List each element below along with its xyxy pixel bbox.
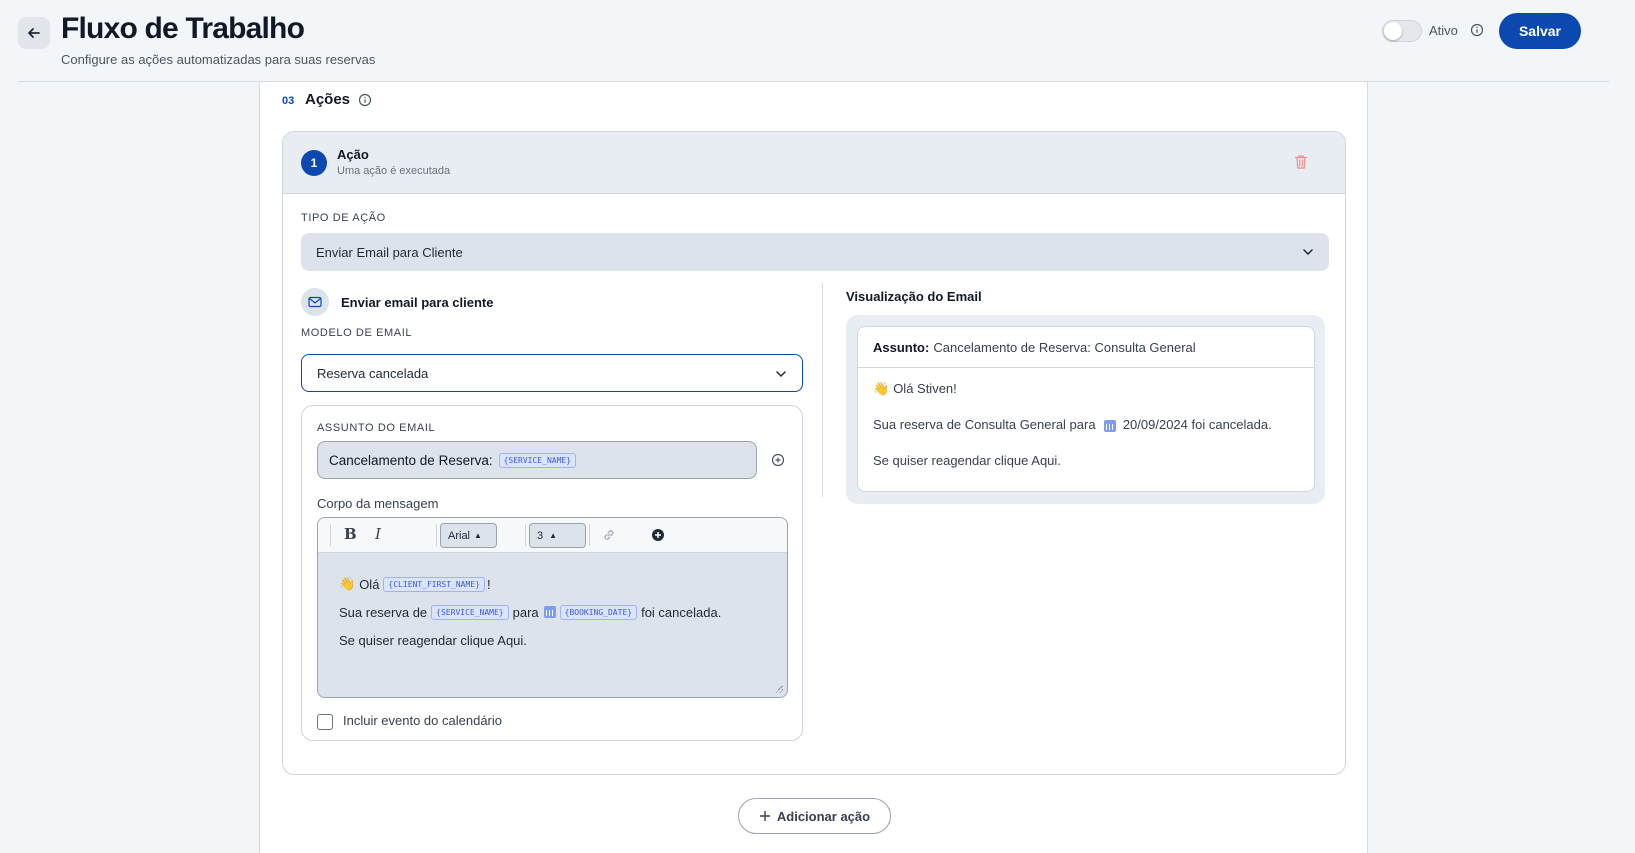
toggle-knob: [1384, 22, 1402, 40]
email-preview-card: Assunto: Cancelamento de Reserva: Consul…: [857, 326, 1315, 492]
action-number-badge: 1: [301, 150, 327, 176]
page-subtitle: Configure as ações automatizadas para su…: [61, 52, 376, 67]
preview-line: Sua reserva de Consulta General para 20/…: [873, 417, 1272, 432]
resize-handle[interactable]: [775, 685, 783, 693]
email-preview-title: Visualização do Email: [846, 289, 982, 304]
variable-tag[interactable]: {SERVICE_NAME}: [431, 604, 509, 620]
font-size-value: 3: [537, 529, 544, 542]
preview-subject-key: Assunto:: [873, 339, 930, 355]
action-title: Ação: [337, 147, 369, 162]
email-template-value: Reserva cancelada: [317, 365, 429, 381]
italic-button[interactable]: I: [375, 525, 381, 543]
variable-tag[interactable]: {CLIENT_FIRST_NAME}: [383, 576, 485, 592]
action-type-label: TIPO DE AÇÃO: [301, 212, 386, 224]
add-variable-icon[interactable]: [651, 528, 665, 542]
email-preview-panel: Assunto: Cancelamento de Reserva: Consul…: [846, 315, 1325, 504]
body-text: !: [486, 576, 491, 592]
preview-line: 👋 Olá Stiven!: [873, 381, 957, 397]
editor-content[interactable]: 👋 Olá {CLIENT_FIRST_NAME} ! Sua reserva …: [339, 574, 721, 658]
info-icon[interactable]: [1470, 23, 1484, 37]
preview-subject: Assunto: Cancelamento de Reserva: Consul…: [858, 327, 1314, 368]
email-editor-box: ASSUNTO DO EMAIL Cancelamento de Reserva…: [301, 405, 803, 741]
bold-button[interactable]: B: [344, 525, 357, 543]
action-subtitle: Uma ação é executada: [337, 165, 451, 177]
toolbar-divider: [589, 524, 590, 546]
add-action-label: Adicionar ação: [776, 808, 871, 824]
toolbar-divider: [436, 524, 437, 546]
calendar-emoji-icon: [543, 606, 556, 618]
link-icon[interactable]: [602, 528, 616, 542]
font-family-select[interactable]: Arial ▲︎: [440, 523, 497, 548]
variable-tag[interactable]: {SERVICE_NAME}: [498, 452, 577, 468]
toolbar-divider: [330, 524, 331, 546]
calendar-emoji-icon: [1104, 419, 1117, 432]
preview-subject-value: Cancelamento de Reserva: Consulta Genera…: [933, 339, 1196, 355]
active-toggle-label: Ativo: [1429, 23, 1458, 38]
action-header[interactable]: 1 Ação Uma ação é executada: [283, 132, 1345, 194]
calendar-event-checkbox[interactable]: [317, 714, 333, 730]
chevron-down-icon: [776, 371, 786, 378]
section-title: Ações: [305, 91, 351, 108]
email-template-select[interactable]: Reserva cancelada: [301, 354, 803, 392]
body-text: para: [512, 604, 539, 620]
calendar-event-label: Incluir evento do calendário: [343, 713, 502, 728]
preview-line: Se quiser reagendar clique Aqui.: [873, 453, 1061, 468]
variable-tag[interactable]: {BOOKING_DATE}: [559, 604, 638, 620]
email-template-label: MODELO DE EMAIL: [301, 327, 413, 339]
body-text: Olá: [359, 576, 380, 592]
page-header: Fluxo de Trabalho Configure as ações aut…: [0, 0, 1635, 82]
font-family-value: Arial: [448, 529, 471, 542]
message-body-editor[interactable]: B I Arial ▲︎ 3 ▲︎ 👋 Olá {CLIENT_FIRST_NA…: [317, 517, 788, 698]
email-subject-text: Cancelamento de Reserva:: [329, 452, 493, 468]
font-size-select[interactable]: 3 ▲︎: [529, 523, 586, 548]
mail-badge: [301, 288, 329, 316]
editor-line: Se quiser reagendar clique Aqui.: [339, 622, 721, 658]
column-divider: [822, 283, 823, 497]
body-text: Se quiser reagendar clique Aqui.: [339, 632, 527, 648]
add-circle-icon[interactable]: [771, 453, 785, 467]
actions-section: 03 Ações 1 Ação Uma ação é executada TIP…: [259, 82, 1368, 853]
page-title: Fluxo de Trabalho: [61, 12, 305, 45]
preview-text: Olá Stiven!: [893, 381, 957, 396]
section-number: 03: [282, 95, 295, 107]
email-subject-label: ASSUNTO DO EMAIL: [317, 422, 436, 434]
mail-action-title: Enviar email para cliente: [341, 295, 494, 310]
editor-toolbar: B I Arial ▲︎ 3 ▲︎: [318, 518, 787, 553]
updown-icon: ▲︎: [549, 531, 558, 540]
toolbar-divider: [525, 524, 526, 546]
active-toggle[interactable]: [1382, 20, 1422, 42]
wave-emoji: 👋: [339, 576, 356, 591]
body-text: Sua reserva de: [339, 604, 428, 620]
preview-text: Sua reserva de Consulta General para: [873, 417, 1096, 432]
info-icon[interactable]: [358, 93, 372, 107]
action-type-select[interactable]: Enviar Email para Cliente: [301, 233, 1329, 271]
wave-emoji: 👋: [873, 381, 890, 396]
updown-icon: ▲︎: [474, 531, 482, 540]
chevron-down-icon: [1303, 249, 1313, 256]
body-text: foi cancelada.: [641, 604, 722, 620]
message-body-label: Corpo da mensagem: [317, 496, 439, 511]
add-action-button[interactable]: Adicionar ação: [738, 798, 891, 834]
trash-icon[interactable]: [1294, 154, 1308, 170]
action-card: 1 Ação Uma ação é executada TIPO DE AÇÃO…: [282, 131, 1346, 775]
email-subject-input[interactable]: Cancelamento de Reserva: {SERVICE_NAME}: [317, 441, 757, 479]
mail-icon: [308, 296, 322, 308]
preview-text: 20/09/2024 foi cancelada.: [1122, 417, 1272, 432]
arrow-left-icon: [28, 28, 40, 38]
action-type-value: Enviar Email para Cliente: [316, 244, 463, 260]
plus-icon: [759, 811, 770, 821]
save-button[interactable]: Salvar: [1499, 13, 1581, 49]
back-button[interactable]: [18, 17, 50, 49]
